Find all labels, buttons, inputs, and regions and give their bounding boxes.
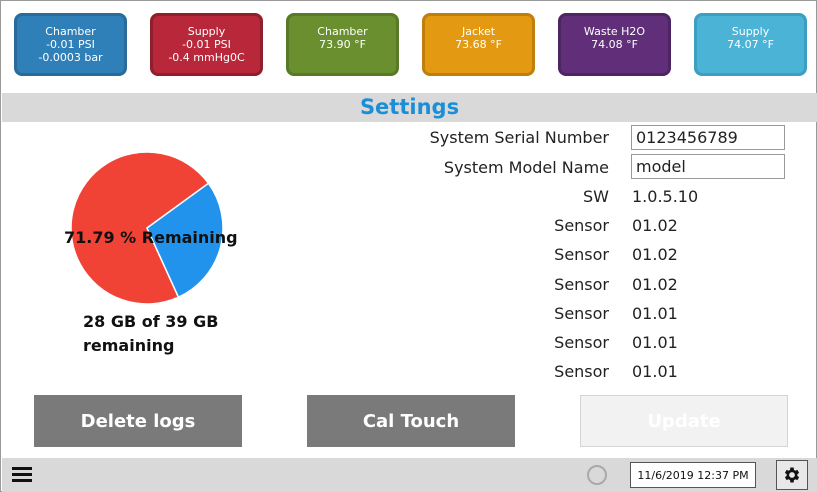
tile-name: Waste H2O: [583, 25, 646, 38]
settings-button[interactable]: [776, 460, 808, 490]
tile-name: Chamber: [317, 25, 368, 38]
sensor-version-value: 01.02: [632, 275, 678, 294]
sensor-label: Sensor: [554, 245, 609, 264]
tile-value-secondary: -0.4 mmHg0C: [168, 51, 245, 64]
tile-name: Chamber: [45, 25, 96, 38]
tile-value: 73.90 °F: [319, 38, 366, 51]
settings-header-bar: Settings: [2, 93, 817, 122]
update-button[interactable]: Update: [580, 395, 788, 447]
sw-version-value: 1.0.5.10: [632, 187, 699, 206]
serial-number-input[interactable]: [631, 125, 785, 150]
sensor-version-value: 01.02: [632, 245, 678, 264]
sensor-version-value: 01.01: [632, 333, 678, 352]
tile-supply-pressure[interactable]: Supply -0.01 PSI -0.4 mmHg0C: [150, 13, 263, 76]
sensor-version-value: 01.02: [632, 216, 678, 235]
sensor-version-value: 01.01: [632, 362, 678, 381]
cal-touch-button[interactable]: Cal Touch: [307, 395, 515, 447]
sensor-tiles: Chamber -0.01 PSI -0.0003 bar Supply -0.…: [1, 1, 817, 88]
page-title: Settings: [359, 95, 460, 119]
model-name-input[interactable]: [631, 154, 785, 179]
tile-value: 74.08 °F: [591, 38, 638, 51]
status-circle-icon: [587, 465, 607, 485]
datetime-display: 11/6/2019 12:37 PM: [630, 462, 756, 488]
sensor-label: Sensor: [554, 275, 609, 294]
tile-chamber-temperature[interactable]: Chamber 73.90 °F: [286, 13, 399, 76]
tile-chamber-pressure[interactable]: Chamber -0.01 PSI -0.0003 bar: [14, 13, 127, 76]
sensor-version-value: 01.01: [632, 304, 678, 323]
tile-jacket-temperature[interactable]: Jacket 73.68 °F: [422, 13, 535, 76]
sw-label: SW: [583, 187, 609, 206]
model-name-label: System Model Name: [443, 158, 609, 177]
tile-value-secondary: -0.0003 bar: [38, 51, 103, 64]
tile-waste-h2o-temperature[interactable]: Waste H2O 74.08 °F: [558, 13, 671, 76]
sensor-label: Sensor: [554, 333, 609, 352]
pie-remaining-label: 71.79 % Remaining: [64, 228, 238, 247]
tile-value: -0.01 PSI: [46, 38, 95, 51]
serial-number-label: System Serial Number: [429, 128, 609, 147]
sensor-label: Sensor: [554, 216, 609, 235]
tile-value: 73.68 °F: [455, 38, 502, 51]
gear-icon: [784, 467, 800, 483]
sensor-label: Sensor: [554, 304, 609, 323]
tile-name: Jacket: [461, 25, 496, 38]
bottom-status-bar: 11/6/2019 12:37 PM: [2, 458, 817, 492]
hamburger-menu-icon[interactable]: [12, 467, 32, 483]
tile-value: -0.01 PSI: [182, 38, 231, 51]
tile-name: Supply: [187, 25, 226, 38]
tile-name: Supply: [731, 25, 770, 38]
storage-summary: 28 GB of 39 GB remaining: [83, 312, 219, 355]
tile-supply-temperature[interactable]: Supply 74.07 °F: [694, 13, 807, 76]
delete-logs-button[interactable]: Delete logs: [34, 395, 242, 447]
sensor-label: Sensor: [554, 362, 609, 381]
tile-value: 74.07 °F: [727, 38, 774, 51]
